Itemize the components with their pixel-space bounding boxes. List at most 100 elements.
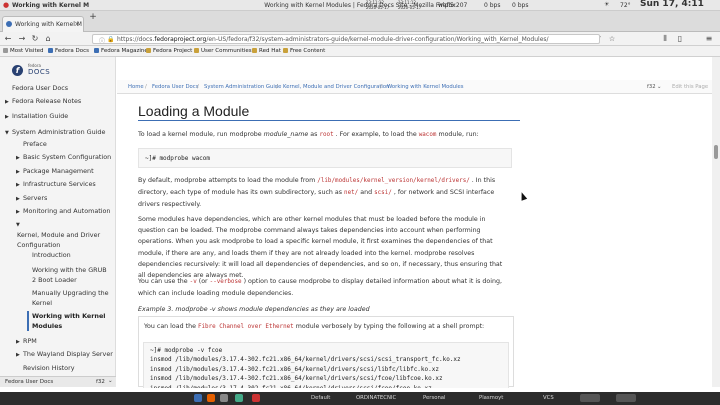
terminal-icon[interactable] <box>220 394 228 402</box>
workspace-personal[interactable]: Personal <box>423 395 446 401</box>
download-speed: 0 bps <box>484 2 501 9</box>
new-tab-button[interactable]: + <box>88 12 98 22</box>
paragraph-verbose: You can use the -v (or --verbose ) optio… <box>138 278 502 298</box>
workspace-plasmoyt[interactable]: Plasmoyt <box>479 395 503 401</box>
bookmark-user-communities[interactable]: User Communities <box>194 48 252 54</box>
url-bar[interactable]: ⓘ 🔒 https://docs.fedoraproject.org/en-US… <box>92 34 600 44</box>
lock-icon: 🔒 <box>107 36 115 43</box>
expand-icon[interactable]: ▶ <box>16 155 20 161</box>
collapse-icon[interactable]: ▼ <box>16 222 20 228</box>
example-paragraph: You can load the Fibre Channel over Ethe… <box>144 323 485 330</box>
tab-strip: Working with Kernel M × <box>0 11 720 32</box>
sidebar-item-revision-history[interactable]: Revision History <box>23 364 74 372</box>
taskbar: Default ORDINATECNIC Personal Plasmoyt V… <box>0 392 720 405</box>
editor-icon[interactable] <box>235 394 243 402</box>
home-button[interactable]: ⌂ <box>43 34 53 44</box>
sidebar-item-introduction[interactable]: Introduction <box>32 251 71 259</box>
app-icon[interactable] <box>252 394 260 402</box>
breadcrumb-sysadmin[interactable]: System Administration Guide <box>204 84 281 90</box>
expand-icon[interactable]: ▶ <box>5 114 9 120</box>
paragraph-default-path: By default, modprobe attempts to load th… <box>138 177 496 209</box>
close-icon[interactable]: × <box>74 20 80 28</box>
bookmark-fedora-docs[interactable]: Fedora Docs <box>48 48 89 54</box>
breadcrumb-sep: / <box>380 84 382 90</box>
edit-page-link[interactable]: Edit this Page <box>672 84 708 90</box>
sidebar-button[interactable]: ▯ <box>675 34 685 44</box>
user-indicator: wlpl5:207 <box>438 2 468 9</box>
sidebar-item-monitoring[interactable]: Monitoring and Automation <box>23 207 110 215</box>
version-select[interactable]: f32 <box>647 84 656 90</box>
back-button[interactable]: ← <box>3 34 13 44</box>
firefox-icon[interactable] <box>207 394 215 402</box>
folder-icon <box>283 48 288 53</box>
code-net: net/ <box>344 190 359 197</box>
window-preview-icon[interactable] <box>580 394 600 402</box>
expand-icon[interactable]: ▶ <box>16 352 20 358</box>
bookmark-most-visited[interactable]: Most Visited <box>3 48 43 54</box>
sidebar-item-infrastructure[interactable]: Infrastructure Services <box>23 180 96 188</box>
fedora-icon <box>48 48 53 53</box>
menu-button[interactable]: ≡ <box>704 34 714 44</box>
sidebar-item-kernel-modules[interactable]: Working with Kernel Modules <box>32 311 110 331</box>
sidebar-item-sysadmin-guide[interactable]: System Administration Guide <box>12 128 105 136</box>
sidebar-item-grub2[interactable]: Working with the GRUB 2 Boot Loader <box>32 265 110 285</box>
breadcrumb-home[interactable]: Home <box>128 84 144 90</box>
bookmark-fedora-magazine[interactable]: Fedora Magazine <box>94 48 148 54</box>
url-path: /en-US/fedora/f32/system-administrators-… <box>206 36 549 43</box>
page-scrollbar[interactable] <box>712 57 720 387</box>
files-icon[interactable] <box>194 394 202 402</box>
fedora-docs-logo[interactable]: f fedora DOCS <box>12 63 72 79</box>
chevron-down-icon: ⌄ <box>108 378 113 384</box>
site-info-icon[interactable]: ⓘ <box>99 36 105 43</box>
tab-kernel-modules[interactable]: Working with Kernel M × <box>2 16 84 32</box>
code-fcoe: Fibre Channel over Ethernet <box>197 324 294 330</box>
sidebar-item-upgrade-kernel[interactable]: Manually Upgrading the Kernel <box>32 288 110 308</box>
window-title: Working with Kernel Modules | Fedora Doc… <box>264 2 456 9</box>
sidebar-item-release-notes[interactable]: Fedora Release Notes <box>12 97 81 105</box>
sidebar-item-servers[interactable]: Servers <box>23 194 47 202</box>
fedora-favicon-icon <box>6 21 12 27</box>
forward-button[interactable]: → <box>17 34 27 44</box>
workspace-vcs[interactable]: VCS <box>543 395 554 401</box>
breadcrumb-sep: / <box>197 84 199 90</box>
sidebar-item-installation-guide[interactable]: Installation Guide <box>12 112 68 120</box>
expand-icon[interactable]: ▶ <box>16 182 20 188</box>
net-time-a: 13:11:12 2020-05-17 <box>366 0 390 10</box>
breadcrumb-user-docs[interactable]: Fedora User Docs <box>152 84 198 90</box>
breadcrumb-sep: / <box>276 84 278 90</box>
expand-icon[interactable]: ▶ <box>16 339 20 345</box>
bookmark-fedora-project[interactable]: Fedora Project <box>146 48 192 54</box>
example-box: You can load the Fibre Channel over Ethe… <box>138 316 514 388</box>
workspace-ordinatecnic[interactable]: ORDINATECNIC <box>356 395 396 401</box>
expand-icon[interactable]: ▶ <box>16 169 20 175</box>
collapse-icon[interactable]: ▼ <box>5 130 9 136</box>
fedora-logo-icon: f <box>12 65 23 76</box>
workspace-default[interactable]: Default <box>311 395 330 401</box>
sidebar-item-fedora-user-docs[interactable]: Fedora User Docs <box>12 84 68 92</box>
breadcrumb-current[interactable]: Working with Kernel Modules <box>387 84 464 90</box>
net-time-b: 13:11:12 2020-05-17 <box>398 0 422 10</box>
sidebar-item-basic-config[interactable]: Basic System Configuration <box>23 153 111 161</box>
bookmark-red-hat[interactable]: Red Hat <box>252 48 281 54</box>
bookmark-star-icon[interactable]: ☆ <box>607 34 617 44</box>
bookmark-free-content[interactable]: Free Content <box>283 48 325 54</box>
code-block-verbose: ~]# modprobe -v fcoe insmod /lib/modules… <box>143 342 509 388</box>
library-button[interactable]: ⫴ <box>660 34 670 44</box>
reload-button[interactable]: ↻ <box>30 34 40 44</box>
expand-icon[interactable]: ▶ <box>16 209 20 215</box>
bookmarks-toolbar: Most Visited Fedora Docs Fedora Magazine… <box>0 46 720 57</box>
sidebar-item-kernel-config[interactable]: Kernel, Module and Driver Configuration <box>17 230 107 250</box>
expand-icon[interactable]: ▶ <box>16 196 20 202</box>
window-preview-icon[interactable] <box>616 394 636 402</box>
scrollbar-thumb[interactable] <box>714 145 718 159</box>
sidebar-item-rpm[interactable]: RPM <box>23 337 37 345</box>
sidebar-item-wayland[interactable]: The Wayland Display Server <box>23 350 113 358</box>
version-switcher[interactable]: Fedora User Docs f32 ⌄ <box>0 376 116 387</box>
sidebar-item-preface[interactable]: Preface <box>23 140 47 148</box>
breadcrumb-kernel-config[interactable]: Kernel, Module and Driver Configuration <box>283 84 390 90</box>
expand-icon[interactable]: ▶ <box>5 99 9 105</box>
sidebar-item-package-mgmt[interactable]: Package Management <box>23 167 94 175</box>
code-verbose: --verbose <box>209 279 242 285</box>
active-indicator <box>27 311 29 331</box>
brand-docs: DOCS <box>28 68 51 76</box>
